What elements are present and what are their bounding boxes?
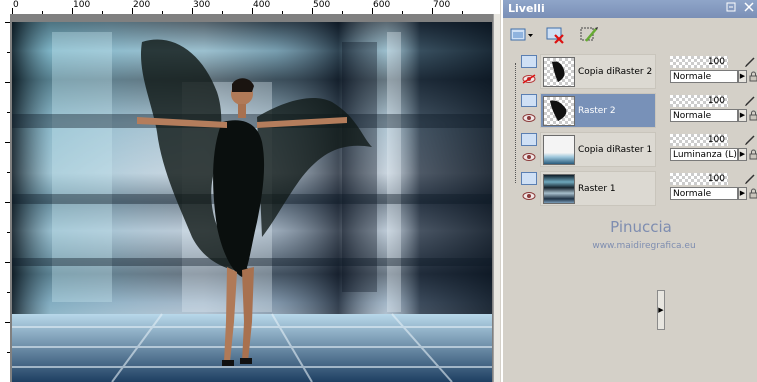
dropdown-arrow-icon[interactable]: ▶ [738, 109, 747, 122]
blend-mode-select[interactable]: Normale [670, 109, 738, 122]
dropdown-arrow-icon[interactable]: ▶ [738, 187, 747, 200]
new-layer-button[interactable] [507, 25, 535, 47]
layer-row-selected[interactable]: Raster 2 [503, 92, 658, 130]
opacity-field[interactable]: 100 [670, 56, 728, 68]
canvas-area[interactable]: 0 100 200 300 400 500 600 700 [0, 0, 500, 382]
layer-properties-row: 100 Luminanza (L) ▶ [665, 131, 757, 169]
watermark-url: www.maidiregrafica.eu [592, 241, 696, 251]
new-layer-icon [508, 25, 534, 48]
palette-title-bar[interactable]: Livelli [503, 0, 757, 18]
lock-icon[interactable] [749, 71, 757, 82]
vertical-scrollbar[interactable] [493, 14, 500, 382]
lock-icon[interactable] [749, 188, 757, 199]
layer-properties-row: 100 Normale ▶ [665, 92, 757, 130]
layer-row[interactable]: Copia diRaster 1 [503, 131, 658, 169]
app-window: 0 100 200 300 400 500 600 700 Livelli Co… [0, 0, 757, 382]
minimize-icon[interactable] [725, 2, 737, 14]
layer-name-box[interactable]: Copia diRaster 2 [540, 54, 656, 89]
delete-layer-button[interactable] [541, 25, 569, 47]
visible-eye-icon[interactable] [522, 152, 536, 161]
blend-mode-select[interactable]: Normale [670, 187, 738, 200]
visible-eye-icon[interactable] [522, 113, 536, 122]
watermark-name: Pinuccia [610, 218, 672, 236]
dropdown-arrow-icon[interactable]: ▶ [738, 70, 747, 83]
layer-thumbnail [543, 173, 575, 204]
raster-layer-icon [521, 94, 537, 107]
layer-name-box[interactable]: Copia diRaster 1 [540, 132, 656, 167]
layer-row[interactable]: Copia diRaster 2 [503, 53, 658, 91]
lock-icon[interactable] [749, 110, 757, 121]
lock-icon[interactable] [749, 149, 757, 160]
edit-layer-button[interactable] [575, 25, 603, 47]
layer-thumbnail [543, 134, 575, 165]
layer-name: Copia diRaster 1 [578, 144, 653, 155]
dropdown-arrow-icon[interactable]: ▶ [738, 148, 747, 161]
layer-row[interactable]: Raster 1 [503, 170, 658, 208]
raster-layer-icon [521, 172, 537, 185]
palette-splitter-handle[interactable]: ▶ [657, 290, 665, 330]
layer-name-box[interactable]: Raster 2 [540, 93, 656, 128]
raster-layer-icon [521, 133, 537, 146]
canvas-artwork [12, 22, 492, 382]
layer-name: Raster 2 [578, 105, 616, 116]
layer-properties: 100 Normale ▶ 100 Normale ▶ 100 Luminanz… [665, 53, 757, 213]
delete-layer-icon [544, 25, 566, 48]
layer-thumbnail [543, 56, 575, 87]
blend-mode-select[interactable]: Luminanza (L) [670, 148, 738, 161]
blend-mode-select[interactable]: Normale [670, 70, 738, 83]
opacity-field[interactable]: 100 [670, 173, 728, 185]
close-icon[interactable] [743, 2, 755, 14]
layer-name-box[interactable]: Raster 1 [540, 171, 656, 206]
edit-layer-icon [578, 25, 600, 48]
layers-palette: Livelli Copia diRaster 2 Raster 2 Copia … [501, 0, 757, 382]
layers-list: Copia diRaster 2 Raster 2 Copia diRaster… [503, 53, 658, 353]
raster-layer-icon [521, 55, 537, 68]
hidden-layer-icon[interactable] [522, 74, 536, 84]
layer-thumbnail [543, 95, 575, 126]
ruler-ticks-vertical [5, 22, 10, 353]
vertical-ruler [0, 14, 11, 382]
ruler-ticks [12, 8, 463, 14]
palette-toolbar [503, 22, 757, 52]
pen-icon[interactable] [744, 95, 756, 107]
layer-name: Copia diRaster 2 [578, 66, 653, 77]
layer-properties-row: 100 Normale ▶ [665, 53, 757, 91]
opacity-field[interactable]: 100 [670, 95, 728, 107]
visible-eye-icon[interactable] [522, 191, 536, 200]
image-canvas[interactable] [12, 22, 492, 382]
opacity-field[interactable]: 100 [670, 134, 728, 146]
layer-name: Raster 1 [578, 183, 616, 194]
pen-icon[interactable] [744, 173, 756, 185]
horizontal-ruler: 0 100 200 300 400 500 600 700 [0, 0, 500, 15]
palette-title: Livelli [508, 2, 545, 15]
pen-icon[interactable] [744, 56, 756, 68]
layer-properties-row: 100 Normale ▶ [665, 170, 757, 208]
pen-icon[interactable] [744, 134, 756, 146]
